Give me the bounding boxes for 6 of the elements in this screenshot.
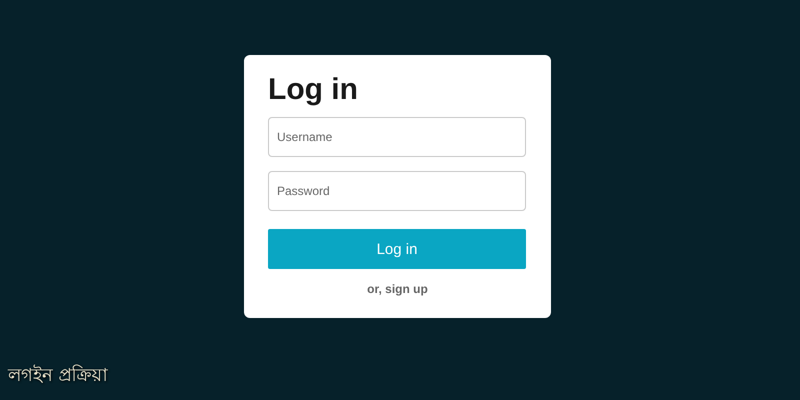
caption-text: লগইন প্রক্রিয়া [8,364,108,388]
login-button[interactable]: Log in [268,229,526,269]
input-field[interactable]: Password [268,171,526,211]
signup-link[interactable]: or, sign up [367,282,428,296]
login-title: Log in [268,72,359,108]
input-field[interactable]: Username [268,117,526,157]
